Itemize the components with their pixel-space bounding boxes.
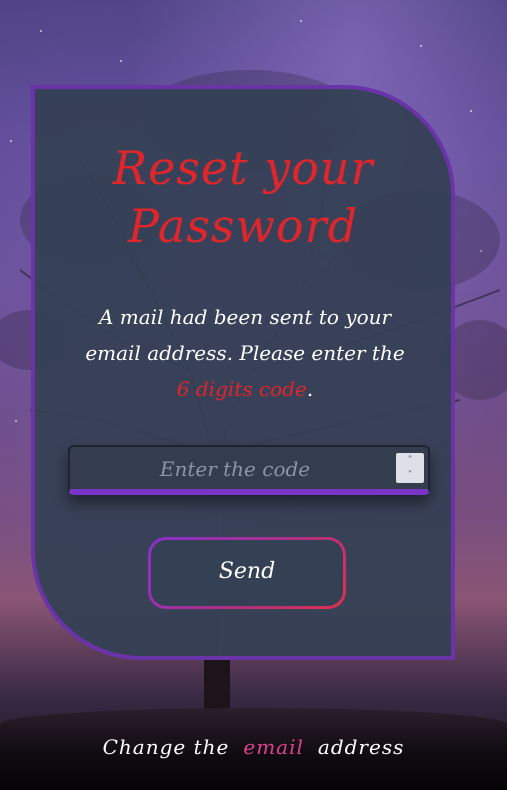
- quantity-stepper[interactable]: ˄ ˅: [396, 453, 424, 483]
- chevron-down-icon[interactable]: ˅: [396, 468, 424, 483]
- message-end: .: [306, 377, 314, 401]
- page-title: Reset your Password: [35, 139, 451, 255]
- code-input-placeholder: Enter the code: [159, 457, 311, 481]
- code-input[interactable]: Enter the code ˄ ˅: [68, 445, 430, 495]
- message-highlight: 6 digits code: [176, 377, 307, 401]
- title-line-2: Password: [127, 199, 359, 253]
- message-text: A mail had been sent to your email addre…: [85, 305, 405, 365]
- title-line-1: Reset your: [112, 141, 374, 195]
- reset-password-card: Reset your Password A mail had been sent…: [31, 85, 455, 660]
- chevron-up-icon[interactable]: ˄: [396, 453, 424, 468]
- send-button[interactable]: Send: [148, 537, 346, 609]
- instruction-message: A mail had been sent to your email addre…: [85, 299, 405, 407]
- footer-suffix: address: [317, 735, 405, 759]
- footer: Change the email address: [0, 730, 507, 764]
- change-email-link[interactable]: email: [243, 735, 304, 759]
- footer-prefix: Change the: [102, 735, 230, 759]
